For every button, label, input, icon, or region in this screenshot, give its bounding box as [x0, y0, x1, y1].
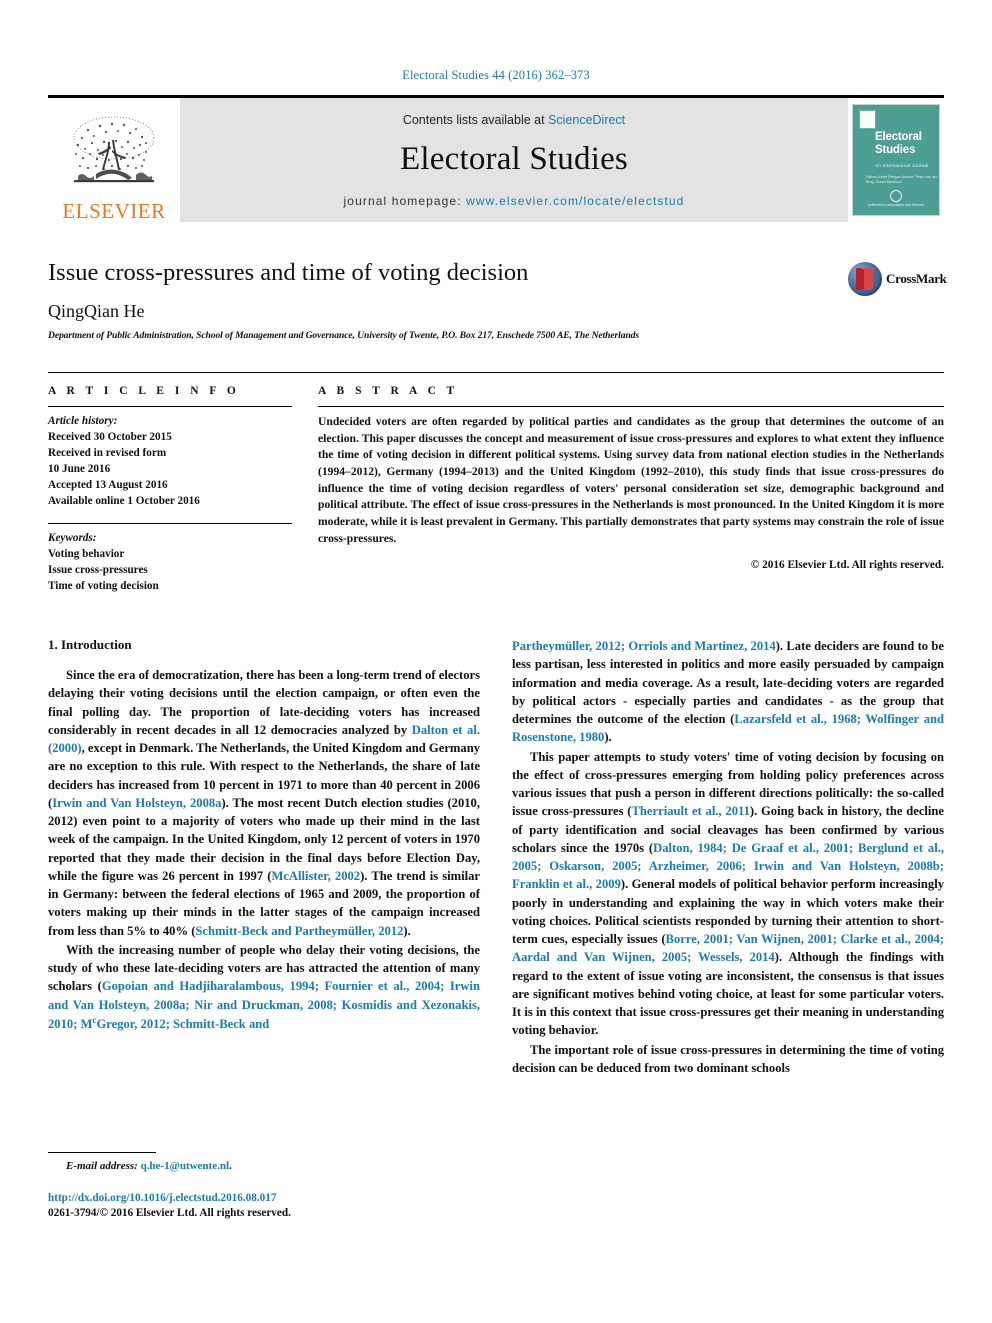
- contents-available-line: Contents lists available at ScienceDirec…: [403, 113, 625, 127]
- page-title: Issue cross-pressures and time of voting…: [48, 259, 529, 286]
- citation-link[interactable]: McAllister, 2002: [271, 869, 360, 883]
- email-link[interactable]: q.he-1@utwente.nl: [141, 1160, 229, 1172]
- article-history-item: Received in revised form: [48, 446, 167, 459]
- abstract-text: Undecided voters are often regarded by p…: [318, 415, 944, 545]
- keyword-item: Voting behavior: [48, 548, 125, 561]
- citation-link[interactable]: Irwin and Van Holsteyn, 2008a: [52, 796, 221, 810]
- contents-prefix: Contents lists available at: [402, 112, 549, 127]
- abstract-copyright: © 2016 Elsevier Ltd. All rights reserved…: [750, 558, 944, 571]
- article-info-rule: [48, 406, 292, 407]
- email-label: E-mail address:: [66, 1159, 138, 1172]
- abstract-rule: [318, 406, 944, 407]
- info-abstract-section: A R T I C L E I N F O Article history: R…: [48, 372, 944, 595]
- intro-paragraph-2: With the increasing number of people who…: [48, 941, 480, 1033]
- elsevier-tree-icon: [73, 116, 155, 183]
- journal-title: Electoral Studies: [400, 140, 628, 177]
- cover-title-line2: Studies: [875, 143, 916, 156]
- keywords-rule: [48, 523, 292, 525]
- cover-title: Electoral Studies: [875, 131, 922, 157]
- cover-title-line1: Electoral: [875, 131, 922, 143]
- intro-paragraph-5: The important role of issue cross-pressu…: [512, 1042, 944, 1075]
- crossmark-icon: [848, 262, 882, 296]
- elsevier-wordmark: ELSEVIER: [62, 199, 166, 223]
- doi-block: http://dx.doi.org/10.1016/j.electstud.20…: [48, 1191, 480, 1222]
- journal-cover-image: Electoral Studies An International Journ…: [852, 104, 940, 216]
- footnote-block: E-mail address: q.he-1@utwente.nl. http:…: [48, 1151, 480, 1222]
- article-history-item: Available online 1 October 2016: [48, 494, 200, 507]
- citation-link[interactable]: Partheymüller, 2012; Orriols and Martine…: [512, 639, 776, 653]
- intro-paragraph-3: Partheymüller, 2012; Orriols and Martine…: [512, 637, 944, 747]
- citation-link[interactable]: Gregor, 2012; Schmitt-Beck and: [96, 1017, 269, 1031]
- article-history-item: Accepted 13 August 2016: [48, 478, 168, 491]
- journal-masthead: ELSEVIER Contents lists available at Sci…: [48, 95, 944, 222]
- article-history-group: Article history: Received 30 October 201…: [48, 414, 292, 509]
- elsevier-logo: ELSEVIER: [48, 98, 180, 222]
- citation-link[interactable]: Therriault et al., 2011: [632, 804, 750, 818]
- article-page: Electoral Studies 44 (2016) 362–373 ELSE…: [0, 0, 992, 1323]
- title-block: Issue cross-pressures and time of voting…: [48, 258, 947, 350]
- body-column-right: Partheymüller, 2012; Orriols and Martine…: [512, 637, 944, 1222]
- keywords-group: Keywords: Voting behavior Issue cross-pr…: [48, 531, 292, 595]
- article-history-item: Received 30 October 2015: [48, 430, 172, 443]
- homepage-url-link[interactable]: www.elsevier.com/locate/electstud: [466, 194, 684, 208]
- intro-p1-text-e: ).: [403, 923, 411, 938]
- corresponding-email-line: E-mail address: q.he-1@utwente.nl.: [66, 1159, 232, 1172]
- body-column-left: 1. Introduction Since the era of democra…: [48, 637, 480, 1222]
- article-info-heading: A R T I C L E I N F O: [48, 385, 240, 397]
- journal-band: Contents lists available at ScienceDirec…: [180, 98, 848, 222]
- homepage-prefix: journal homepage:: [343, 193, 467, 208]
- cover-elsevier-icon: [859, 110, 876, 129]
- article-history-item: 10 June 2016: [48, 462, 111, 475]
- abstract-column: A B S T R A C T Undecided voters are oft…: [318, 385, 944, 595]
- article-history-label: Article history:: [48, 415, 118, 427]
- cover-editor-line: Editors Kevin Deegan-Krause, Peter van d…: [866, 175, 937, 185]
- doi-link[interactable]: http://dx.doi.org/10.1016/j.electstud.20…: [48, 1191, 480, 1207]
- footnote-rule: [48, 1151, 156, 1153]
- journal-homepage-line: journal homepage: www.elsevier.com/locat…: [344, 194, 685, 208]
- issn-copyright-line: 0261-3794/© 2016 Elsevier Ltd. All right…: [48, 1207, 291, 1220]
- abstract-heading: A B S T R A C T: [318, 385, 459, 397]
- section-heading-introduction: 1. Introduction: [48, 637, 132, 653]
- cover-subtitle: An International Journal: [875, 163, 929, 168]
- cover-footer-logo-icon: [890, 189, 902, 202]
- intro-paragraph-4: This paper attempts to study voters' tim…: [512, 748, 944, 1040]
- author-name: QingQian He: [48, 301, 145, 322]
- keyword-item: Time of voting decision: [48, 580, 159, 593]
- running-head: Electoral Studies 44 (2016) 362–373: [402, 68, 590, 82]
- keywords-label: Keywords:: [48, 532, 97, 545]
- citation-link[interactable]: Schmitt-Beck and Partheymüller, 2012: [195, 924, 403, 938]
- cover-footer: published in association with Elsevier: [853, 189, 939, 208]
- intro-p3-text-b: ).: [604, 730, 612, 745]
- keyword-item: Issue cross-pressures: [48, 564, 148, 577]
- crossmark-badge[interactable]: CrossMark: [848, 258, 947, 300]
- cover-footer-text: published in association with Elsevier: [868, 202, 924, 207]
- journal-cover-thumbnail: Electoral Studies An International Journ…: [848, 98, 944, 222]
- intro-paragraph-1: Since the era of democratization, there …: [48, 666, 480, 940]
- crossmark-label: CrossMark: [886, 271, 947, 286]
- article-info-column: A R T I C L E I N F O Article history: R…: [48, 385, 292, 595]
- sciencedirect-link[interactable]: ScienceDirect: [548, 113, 625, 127]
- body-columns: 1. Introduction Since the era of democra…: [48, 637, 944, 1222]
- author-affiliation: Department of Public Administration, Sch…: [48, 330, 640, 342]
